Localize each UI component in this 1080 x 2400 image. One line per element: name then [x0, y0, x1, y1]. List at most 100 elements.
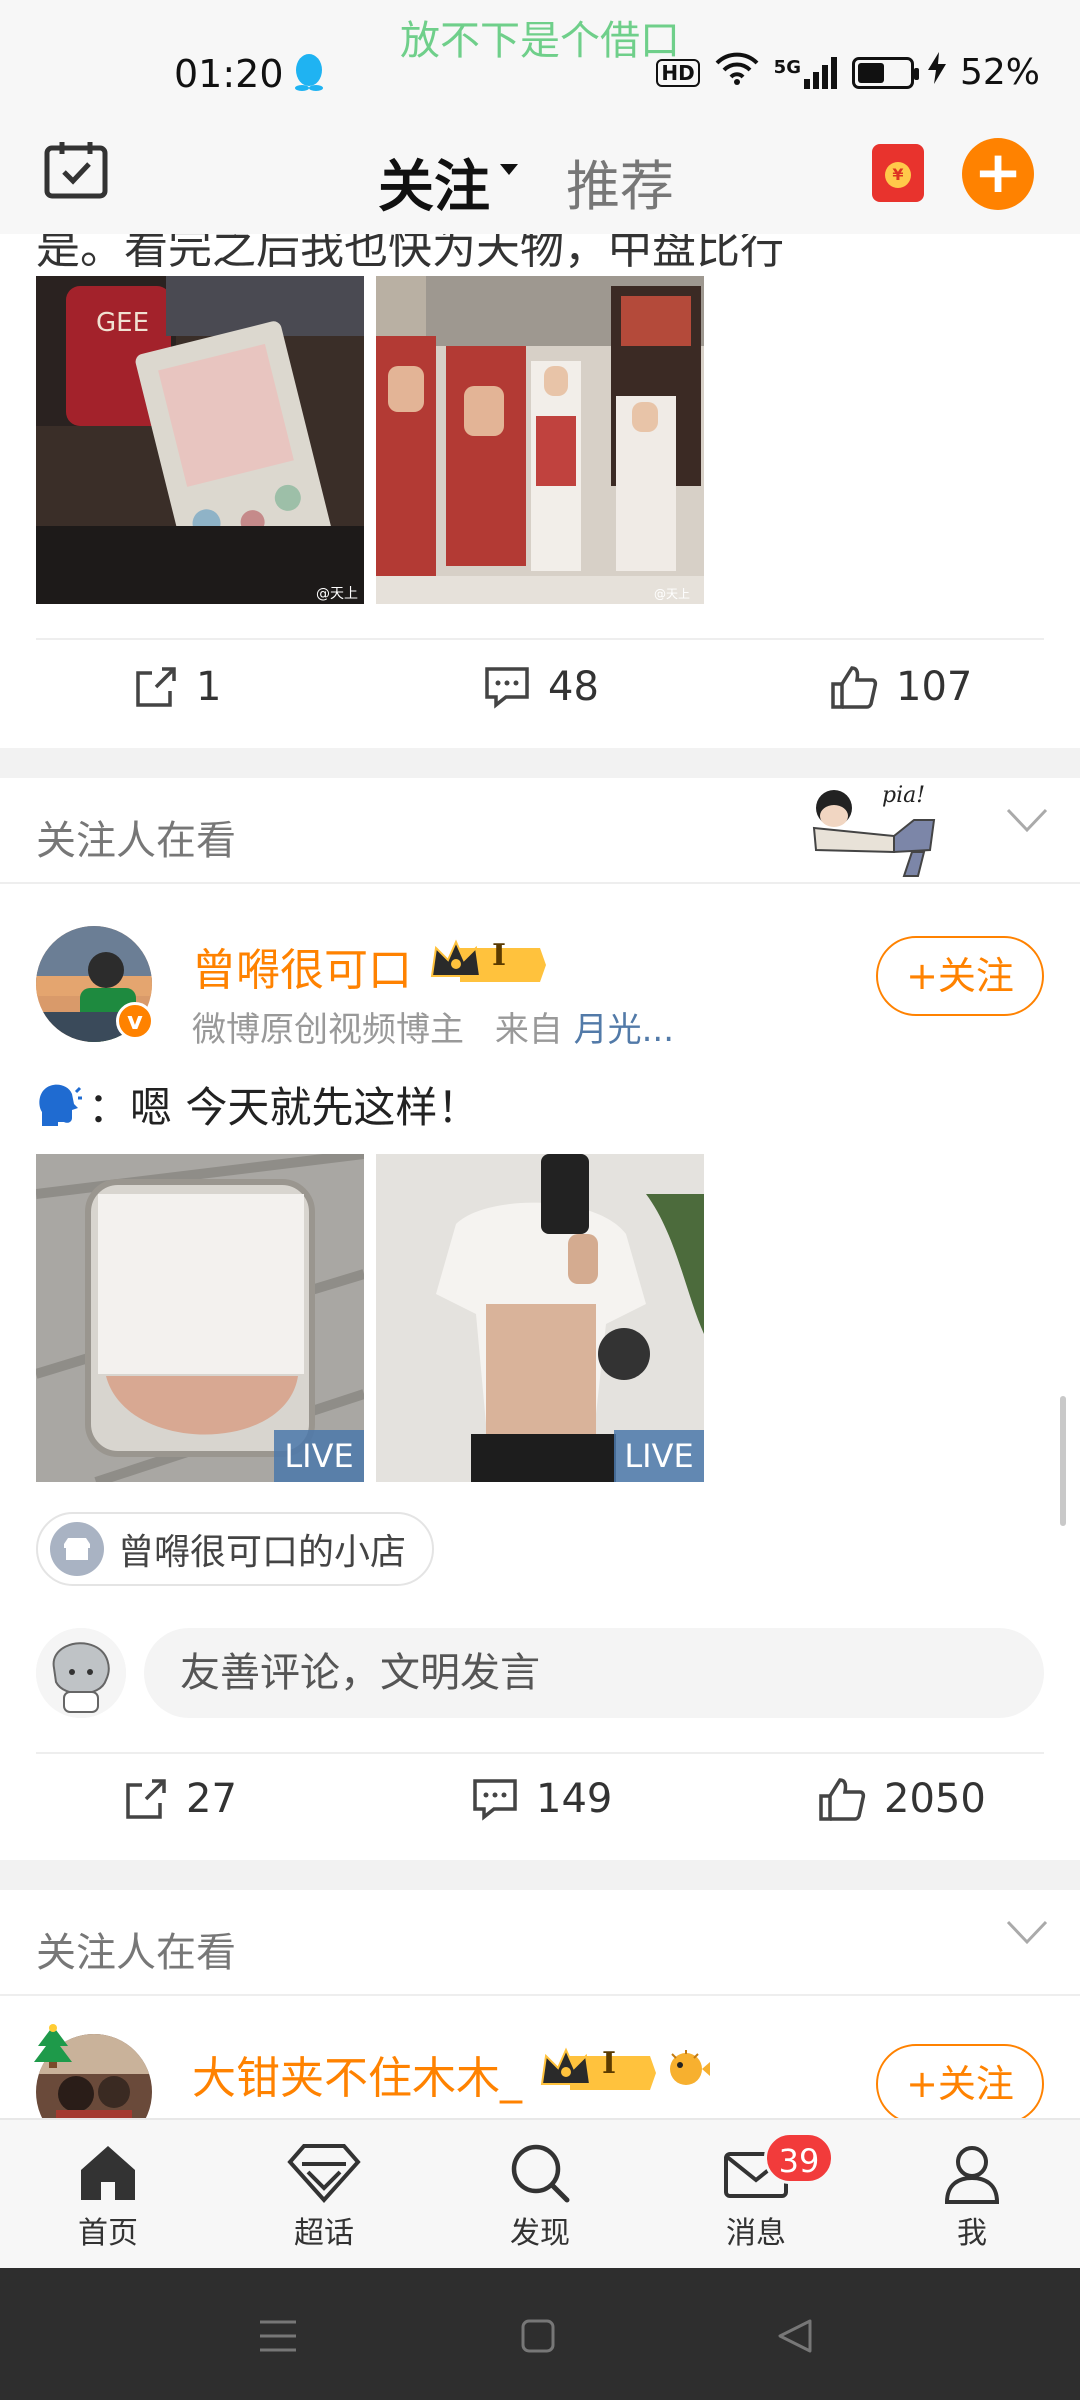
post2-username[interactable]: 曾嘚很可口 — [192, 934, 412, 998]
svg-text:@天上: @天上 — [316, 586, 358, 602]
repost-button[interactable]: 27 — [124, 1776, 237, 1822]
battery-icon — [851, 56, 919, 89]
menu-icon[interactable] — [258, 2318, 298, 2354]
svg-text:GEE: GEE — [96, 308, 149, 338]
author-description: 微博原创视频博主 — [192, 1010, 464, 1050]
search-icon — [511, 2144, 570, 2203]
tab-discover[interactable]: 发现 — [470, 2142, 610, 2252]
red-packet-icon[interactable]: ¥ — [872, 144, 924, 202]
comment-count: 48 — [548, 664, 599, 710]
bottom-tab-bar: 首页 超话 发现 消息 39 我 — [0, 2118, 1080, 2268]
post2-text: ：嗯 今天就先这样！ — [36, 1074, 479, 1135]
source-link[interactable]: 月光... — [574, 1010, 674, 1050]
post2-follow-button[interactable]: +关注 — [876, 936, 1044, 1016]
christmas-tree-icon — [34, 2024, 72, 2068]
source-prefix: 来自 — [494, 1010, 563, 1050]
vip-level-label: I — [602, 2046, 617, 2081]
repost-count: 27 — [186, 1776, 237, 1822]
vip-crown-badge-icon[interactable] — [540, 2044, 656, 2096]
tab-label: 我 — [957, 2216, 987, 2251]
section-gap — [0, 1860, 1080, 1890]
hd-voice-icon: HD — [656, 58, 700, 87]
like-button[interactable]: 107 — [830, 664, 972, 710]
unread-badge: 39 — [764, 2132, 834, 2184]
person-icon — [944, 2146, 1000, 2204]
tab-home[interactable]: 首页 — [38, 2142, 178, 2252]
comment-icon — [473, 1779, 517, 1821]
thumbs-up-icon — [819, 1778, 866, 1821]
post2-photo-1[interactable]: LIVE — [36, 1154, 364, 1482]
divider — [36, 1752, 1044, 1754]
section-gap — [0, 748, 1080, 778]
vip-crown-badge-icon[interactable] — [430, 936, 546, 988]
tab-label: 消息 — [726, 2216, 786, 2251]
tab-me[interactable]: 我 — [902, 2142, 1042, 2252]
comment-count: 149 — [536, 1776, 613, 1822]
repost-button[interactable]: 1 — [134, 664, 221, 710]
weibo-feed-screen: 放不下是个借口 01:20 HD 5G 52% 关注 推荐 ¥ + 是。看完之后… — [0, 0, 1080, 2400]
tab-messages[interactable]: 消息 39 — [686, 2132, 834, 2252]
shop-icon — [50, 1522, 104, 1576]
vip-level-label: I — [492, 938, 507, 973]
like-count: 2050 — [884, 1776, 986, 1822]
followed-watching-strip[interactable]: 关注人在看 pia! — [0, 778, 1080, 884]
share-icon — [136, 667, 176, 707]
repost-count: 1 — [196, 664, 222, 710]
post2-photo-2[interactable]: LIVE — [376, 1154, 704, 1482]
strip-title: 关注人在看 — [36, 1930, 236, 1976]
share-icon — [126, 1779, 166, 1819]
chevron-down-icon[interactable] — [1006, 808, 1048, 834]
chevron-down-icon[interactable] — [1006, 1920, 1048, 1946]
tab-recommend[interactable]: 推荐 — [566, 142, 674, 221]
tab-follow[interactable]: 关注 — [376, 142, 492, 223]
strip-sticker-illustration: pia! — [812, 783, 936, 877]
home-square-icon[interactable] — [520, 2318, 556, 2354]
followed-watching-strip[interactable]: 关注人在看 — [0, 1890, 1080, 1996]
tab-label: 首页 — [78, 2216, 138, 2251]
cellular-signal-icon: 5G — [774, 56, 838, 89]
tab-super-topic[interactable]: 超话 — [254, 2142, 394, 2252]
post2-meta: 微博原创视频博主 来自 月光... — [192, 1002, 674, 1051]
verified-badge: v — [116, 1002, 154, 1040]
tab-follow-label: 关注 — [378, 155, 490, 220]
system-nav-bar — [0, 2268, 1080, 2400]
comment-button[interactable]: 149 — [472, 1776, 612, 1822]
post3-follow-button[interactable]: +关注 — [876, 2044, 1044, 2118]
shop-label: 曾嘚很可口的小店 — [118, 1532, 407, 1573]
pufferfish-emoji-icon — [670, 2050, 710, 2085]
battery-percent: 52% — [959, 52, 1040, 93]
shop-link-chip[interactable]: 曾嘚很可口的小店 — [36, 1512, 435, 1586]
qq-penguin-icon — [292, 52, 326, 96]
back-icon[interactable] — [776, 2318, 814, 2354]
my-avatar — [36, 1628, 126, 1718]
comment-button[interactable]: 48 — [484, 664, 599, 710]
live-photo-badge: LIVE — [614, 1430, 704, 1482]
like-button[interactable]: 2050 — [818, 1776, 986, 1822]
svg-text:pia!: pia! — [882, 783, 925, 808]
post2-body: ：嗯 今天就先这样！ — [88, 1083, 480, 1132]
post3-username[interactable]: 大钳夹不住木木_ — [192, 2042, 522, 2106]
clock: 01:20 — [174, 52, 284, 96]
charging-icon — [927, 52, 946, 93]
wifi-icon — [714, 50, 760, 95]
compose-plus-button[interactable]: + — [962, 138, 1034, 210]
scrollbar[interactable] — [1060, 1396, 1066, 1526]
home-icon — [81, 2146, 135, 2200]
feed[interactable]: 是。看完之后我也快为天物，中盘比行 GEE @天上 @天上 1 48 107 关… — [0, 234, 1080, 2118]
thumbs-up-icon — [831, 666, 878, 709]
status-icons: HD 5G 52% — [656, 50, 1040, 95]
svg-text:@天上: @天上 — [654, 587, 690, 601]
calendar-check-icon[interactable] — [44, 140, 108, 204]
diamond-icon — [287, 2144, 361, 2203]
top-nav: 关注 推荐 ¥ + — [0, 120, 1080, 234]
chevron-down-icon[interactable] — [500, 164, 518, 175]
status-bar: 放不下是个借口 01:20 HD 5G 52% — [0, 0, 1080, 120]
tab-label: 超话 — [294, 2216, 354, 2251]
speaking-head-emoji-icon — [39, 1084, 82, 1126]
comment-input[interactable]: 友善评论，文明发言 — [144, 1628, 1044, 1718]
coin-icon: ¥ — [885, 162, 911, 188]
strip-title: 关注人在看 — [36, 818, 236, 864]
post1-photo-2[interactable]: @天上 — [376, 276, 704, 604]
like-count: 107 — [896, 664, 973, 710]
post1-photo-1[interactable]: GEE @天上 — [36, 276, 364, 604]
